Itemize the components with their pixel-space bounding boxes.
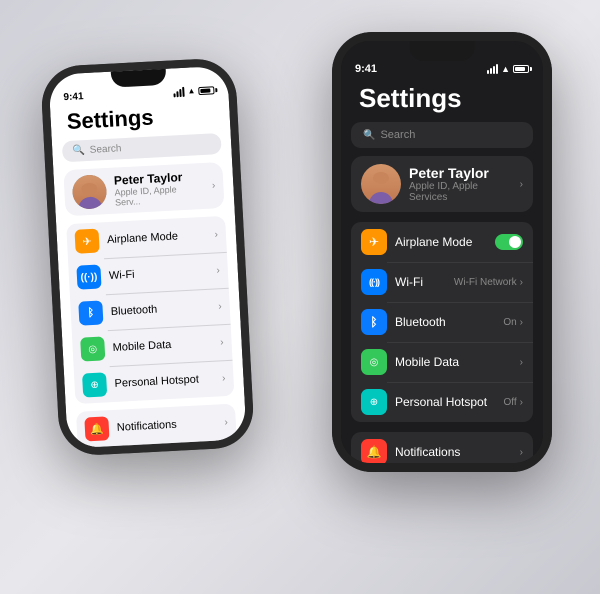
battery-light (198, 86, 214, 95)
bluetooth-value: On (503, 317, 516, 328)
wifi-icon-light: ((·)) (76, 264, 101, 289)
bluetooth-icon-dark: ᛒ (361, 309, 387, 335)
profile-text-dark: Peter Taylor Apple ID, Apple Services (409, 165, 512, 203)
mobile-label-dark: Mobile Data (395, 355, 512, 369)
settings-group-2-dark: 🔔 Notifications › ⊞ Control Centre › (351, 432, 533, 472)
row-bluetooth-dark[interactable]: ᛒ Bluetooth On › (351, 302, 533, 342)
notifications-label-dark: Notifications (395, 445, 512, 459)
time-light: 9:41 (63, 91, 84, 103)
hotspot-value: Off (504, 397, 517, 408)
notifications-right-dark: › (520, 447, 523, 458)
row-mobile-dark[interactable]: ◎ Mobile Data › (351, 342, 533, 382)
airplane-toggle-dark (495, 234, 523, 250)
profile-chevron-dark: › (520, 179, 523, 190)
signal-bars-dark (487, 64, 498, 74)
row-notifications-light[interactable]: 🔔 Notifications › (76, 404, 237, 448)
screen-content-dark: Settings 🔍 Search Peter Taylor Apple ID,… (341, 77, 543, 472)
mobile-icon-light: ◎ (80, 336, 105, 361)
bluetooth-right-light: › (218, 301, 222, 312)
notifications-right-light: › (224, 417, 228, 428)
row-notifications-dark[interactable]: 🔔 Notifications › (351, 432, 533, 472)
phone-dark: 9:41 ▲ Settings (332, 32, 552, 472)
control-right-light: › (226, 452, 230, 456)
search-placeholder-light: Search (90, 143, 122, 156)
profile-chevron-light: › (212, 180, 216, 191)
airplane-icon-dark: ✈ (361, 229, 387, 255)
signal-bars-light (173, 86, 185, 97)
bluetooth-right-dark: On › (503, 317, 523, 328)
airplane-chevron-light: › (214, 229, 218, 240)
profile-row-dark[interactable]: Peter Taylor Apple ID, Apple Services › (351, 156, 533, 212)
profile-row-light[interactable]: Peter Taylor Apple ID, Apple Serv... › (63, 162, 224, 216)
status-icons-light: ▲ (173, 85, 214, 97)
wifi-right-light: › (216, 265, 220, 276)
wifi-chevron-dark: › (520, 277, 523, 288)
settings-group-2-light: 🔔 Notifications › ⊞ Control Centre › (76, 404, 242, 457)
hotspot-chevron-dark: › (520, 397, 523, 408)
airplane-icon-light: ✈ (74, 229, 99, 254)
hotspot-right-dark: Off › (504, 397, 524, 408)
status-icons-dark: ▲ (487, 64, 529, 74)
screen-content-light: Settings 🔍 Search Peter Taylor Apple ID,… (50, 97, 252, 457)
notifications-label-light: Notifications (117, 417, 217, 434)
notifications-icon-dark: 🔔 (361, 439, 387, 465)
profile-text-light: Peter Taylor Apple ID, Apple Serv... (114, 169, 205, 208)
mobile-right-light: › (220, 337, 224, 348)
wifi-status-dark: ▲ (501, 64, 510, 74)
wifi-status-light: ▲ (187, 86, 195, 95)
avatar-face-light (72, 174, 108, 210)
search-placeholder-dark: Search (380, 129, 415, 141)
phones-container: 9:41 ▲ Settings (20, 12, 580, 582)
mobile-right-dark: › (520, 357, 523, 368)
row-wifi-dark[interactable]: ((·)) Wi-Fi Wi-Fi Network › (351, 262, 533, 302)
search-bar-dark[interactable]: 🔍 Search (351, 122, 533, 148)
control-label-light: Control Centre (118, 453, 218, 457)
bluetooth-label-light: Bluetooth (111, 301, 211, 318)
notifications-icon-light: 🔔 (84, 416, 109, 441)
hotspot-icon-light: ⊕ (82, 372, 107, 397)
bluetooth-chevron-dark: › (520, 317, 523, 328)
profile-sub-light: Apple ID, Apple Serv... (114, 183, 205, 208)
avatar-light (72, 174, 108, 210)
wifi-right-dark: Wi-Fi Network › (454, 277, 523, 288)
airplane-mode-toggle[interactable] (495, 234, 523, 250)
profile-name-dark: Peter Taylor (409, 165, 512, 181)
hotspot-icon-dark: ⊕ (361, 389, 387, 415)
row-airplane-dark[interactable]: ✈ Airplane Mode (351, 222, 533, 262)
row-hotspot-dark[interactable]: ⊕ Personal Hotspot Off › (351, 382, 533, 422)
bluetooth-icon-light: ᛒ (78, 300, 103, 325)
hotspot-right-light: › (222, 373, 226, 384)
time-dark: 9:41 (355, 63, 377, 75)
wifi-label-light: Wi-Fi (109, 265, 209, 282)
airplane-right-light: › (214, 229, 218, 240)
profile-sub-dark: Apple ID, Apple Services (409, 181, 512, 203)
notch-dark (410, 41, 475, 61)
control-icon-light: ⊞ (86, 452, 111, 457)
mobile-chevron-dark: › (520, 357, 523, 368)
mobile-icon-dark: ◎ (361, 349, 387, 375)
avatar-face-dark (361, 164, 401, 204)
hotspot-label-light: Personal Hotspot (114, 373, 214, 390)
phone-light: 9:41 ▲ Settings (40, 57, 255, 457)
settings-group-1-light: ✈ Airplane Mode › ((·)) Wi-Fi (66, 216, 234, 404)
mobile-label-light: Mobile Data (112, 337, 212, 354)
settings-group-1-dark: ✈ Airplane Mode ((·)) Wi-Fi (351, 222, 533, 422)
row-hotspot-light[interactable]: ⊕ Personal Hotspot › (74, 360, 235, 404)
airplane-label-dark: Airplane Mode (395, 235, 487, 249)
battery-dark (513, 65, 529, 73)
settings-title-dark: Settings (351, 77, 533, 122)
wifi-network-value: Wi-Fi Network (454, 277, 517, 288)
hotspot-label-dark: Personal Hotspot (395, 395, 496, 409)
bluetooth-label-dark: Bluetooth (395, 315, 495, 329)
wifi-icon-dark: ((·)) (361, 269, 387, 295)
search-icon-light: 🔍 (72, 145, 85, 157)
airplane-label-light: Airplane Mode (107, 229, 207, 246)
search-icon-dark: 🔍 (363, 130, 375, 141)
wifi-label-dark: Wi-Fi (395, 275, 446, 289)
avatar-dark (361, 164, 401, 204)
